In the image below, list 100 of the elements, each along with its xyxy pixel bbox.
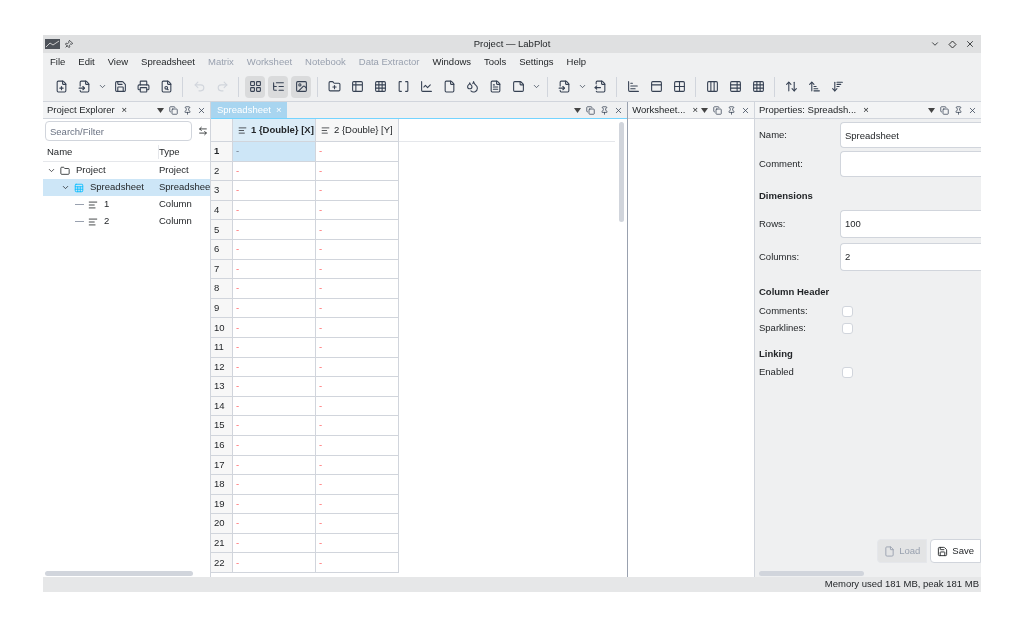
- row-number[interactable]: 17: [211, 455, 233, 476]
- table-cell[interactable]: -: [233, 200, 316, 221]
- table-cell[interactable]: -: [233, 239, 316, 260]
- table-cell[interactable]: -: [316, 416, 399, 436]
- spreadsheet-tab[interactable]: Spreadsheet ×: [211, 102, 288, 118]
- name-field[interactable]: Spreadsheet: [840, 122, 981, 148]
- table-cell[interactable]: -: [233, 142, 316, 162]
- table-cell[interactable]: -: [233, 259, 316, 280]
- table-cell[interactable]: -: [233, 377, 316, 397]
- tree-row[interactable]: Project Project: [43, 162, 210, 179]
- table-cell[interactable]: -: [316, 514, 399, 534]
- table-cell[interactable]: -: [233, 337, 316, 358]
- table-cell[interactable]: -: [316, 396, 399, 417]
- float-icon[interactable]: [169, 105, 178, 115]
- column-header[interactable]: 1 {Double} [X]: [233, 119, 316, 142]
- checkbox[interactable]: [842, 322, 853, 334]
- row-number[interactable]: 4: [211, 200, 233, 221]
- filter-options-icon[interactable]: [198, 126, 208, 136]
- table-cell[interactable]: -: [233, 161, 316, 182]
- table-cell[interactable]: -: [316, 259, 399, 280]
- expander-icon[interactable]: [61, 183, 70, 192]
- row-number[interactable]: 2: [211, 161, 233, 182]
- checkbox[interactable]: [842, 366, 853, 378]
- dock-close-button[interactable]: ×: [118, 102, 131, 118]
- dialog-button[interactable]: Save: [930, 539, 981, 563]
- row-number[interactable]: 11: [211, 337, 233, 358]
- row-number[interactable]: 18: [211, 475, 233, 495]
- row-number[interactable]: 12: [211, 357, 233, 378]
- dropdown-triangle-icon[interactable]: [157, 107, 164, 113]
- table-cell[interactable]: -: [316, 200, 399, 221]
- close-icon[interactable]: [965, 39, 975, 49]
- table-cell[interactable]: -: [233, 435, 316, 456]
- row-number[interactable]: 14: [211, 396, 233, 417]
- search-field[interactable]: Search/Filter: [45, 121, 192, 141]
- toolbar-button[interactable]: [268, 75, 288, 98]
- number-field[interactable]: 2: [840, 242, 981, 271]
- table-cell[interactable]: -: [316, 161, 399, 182]
- table-cell[interactable]: -: [233, 357, 316, 378]
- row-number[interactable]: 6: [211, 239, 233, 260]
- close-icon[interactable]: [741, 105, 750, 115]
- table-cell[interactable]: -: [316, 533, 399, 554]
- row-number[interactable]: 8: [211, 279, 233, 299]
- row-number[interactable]: 19: [211, 494, 233, 515]
- table-cell[interactable]: -: [316, 377, 399, 397]
- table-cell[interactable]: -: [233, 318, 316, 338]
- menu-item[interactable]: Edit: [78, 55, 95, 70]
- row-number[interactable]: 20: [211, 514, 233, 534]
- close-icon[interactable]: [968, 105, 977, 115]
- column-header[interactable]: Name: [43, 144, 159, 160]
- row-number[interactable]: 3: [211, 181, 233, 201]
- table-cell[interactable]: -: [233, 220, 316, 240]
- table-cell[interactable]: -: [233, 494, 316, 515]
- toolbar-button[interactable]: [245, 75, 265, 98]
- table-cell[interactable]: -: [316, 455, 399, 476]
- row-number[interactable]: 1: [211, 142, 233, 162]
- float-icon[interactable]: [940, 105, 949, 115]
- pin-icon[interactable]: [183, 105, 192, 115]
- row-number[interactable]: 15: [211, 416, 233, 436]
- row-number[interactable]: 10: [211, 318, 233, 338]
- row-number[interactable]: 5: [211, 220, 233, 240]
- scrollbar[interactable]: [618, 122, 624, 222]
- column-header[interactable]: Type: [159, 144, 180, 160]
- row-number[interactable]: 21: [211, 533, 233, 554]
- scrollbar[interactable]: [759, 570, 864, 576]
- close-icon[interactable]: [197, 105, 206, 115]
- table-cell[interactable]: -: [233, 181, 316, 201]
- table-cell[interactable]: -: [233, 553, 316, 574]
- row-number[interactable]: 9: [211, 298, 233, 319]
- close-icon[interactable]: [614, 105, 624, 115]
- tree-row[interactable]: Spreadsheet Spreadshee: [43, 179, 210, 196]
- table-cell[interactable]: -: [316, 142, 399, 162]
- minimize-icon[interactable]: [930, 39, 940, 49]
- tree-row[interactable]: 1 Column: [43, 196, 210, 213]
- comment-field[interactable]: [840, 151, 981, 177]
- scrollbar[interactable]: [45, 570, 193, 576]
- dropdown-triangle-icon[interactable]: [928, 107, 935, 113]
- table-cell[interactable]: -: [233, 514, 316, 534]
- table-cell[interactable]: -: [316, 318, 399, 338]
- float-icon[interactable]: [713, 105, 722, 115]
- number-field[interactable]: 100: [840, 209, 981, 238]
- table-cell[interactable]: -: [316, 337, 399, 358]
- table-cell[interactable]: -: [233, 298, 316, 319]
- table-cell[interactable]: -: [316, 220, 399, 240]
- table-cell[interactable]: -: [233, 279, 316, 299]
- table-cell[interactable]: -: [316, 239, 399, 260]
- toolbar-button[interactable]: [291, 75, 311, 98]
- menu-item[interactable]: Help: [566, 55, 587, 70]
- table-cell[interactable]: -: [233, 533, 316, 554]
- dropdown-triangle-icon[interactable]: [574, 107, 582, 113]
- checkbox[interactable]: [842, 305, 853, 317]
- pin-icon[interactable]: [600, 105, 610, 115]
- tree-row[interactable]: 2 Column: [43, 213, 210, 230]
- float-icon[interactable]: [586, 105, 596, 115]
- expander-icon[interactable]: [47, 166, 56, 175]
- pin-icon[interactable]: [62, 37, 75, 51]
- table-cell[interactable]: -: [316, 357, 399, 378]
- dock-close-button[interactable]: ×: [860, 102, 872, 118]
- menu-item[interactable]: File: [50, 55, 66, 70]
- table-cell[interactable]: -: [316, 494, 399, 515]
- dock-close-button[interactable]: ×: [689, 102, 701, 118]
